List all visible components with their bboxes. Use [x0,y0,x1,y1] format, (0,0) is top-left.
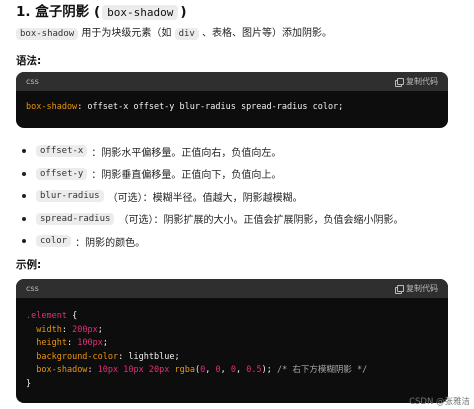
code-token-colon: : [118,351,129,362]
watermark: CSDN @张雅洁 [409,397,470,407]
list-item: blur-radius （可选）：模糊半径。值越大，阴影越模糊。 [20,185,460,208]
code-token-number: 100px [77,338,103,348]
copy-code-button[interactable]: 复制代码 [395,283,438,294]
code-token-number: 0.5 [246,365,262,375]
code-token-comma: , [220,365,231,375]
heading-number: 1. [16,4,31,20]
code-token-selector: .element [26,311,67,321]
bullet-icon [22,216,26,221]
code-token-semicolon: ; [97,324,103,335]
example-code-body: .element { width: 200px; height: 100px; … [16,298,448,399]
list-item: spread-radius （可选）：阴影扩展的大小。正值会扩展阴影，负值会缩小… [20,208,460,231]
code-language-label: css [26,284,39,293]
param-description: ：阴影的颜色。 [75,237,146,249]
code-token-paren: ); [261,365,272,375]
bullet-icon [22,149,26,154]
code-token-brace: { [66,311,78,321]
param-description: ：阴影水平偏移量。正值向右，负值向左。 [91,147,282,159]
param-description: （可选）：模糊半径。值越大，阴影越模糊。 [107,192,303,204]
code-token-property: background-color [36,351,119,362]
intro-code-chip: box-shadow [16,28,79,40]
code-token-property: width [36,324,62,335]
example-code-block: css 复制代码 .element { width: 200px; height… [16,279,448,403]
syntax-label: 语法: [16,55,42,67]
list-item: color ：阴影的颜色。 [20,230,460,253]
param-code-chip: offset-x [36,145,88,158]
code-token-number: 200px [72,324,98,335]
copy-icon [395,284,404,294]
copy-code-label: 复制代码 [406,284,438,293]
code-token-number: 10px [97,365,119,375]
copy-code-button[interactable]: 复制代码 [395,76,438,87]
bullet-icon [22,194,26,199]
code-token-property: box-shadow [26,102,78,112]
copy-code-label: 复制代码 [406,77,438,86]
param-code-chip: offset-y [36,167,88,180]
intro-text-2: 、表格、图片等）添加阴影。 [202,28,333,39]
list-item: offset-y ：阴影垂直偏移量。正值向下，负值向上。 [20,163,460,186]
code-token-comment: /* 右下方模糊阴影 */ [276,365,368,375]
code-token-brace: } [26,378,32,389]
intro-text-1: 用于为块级元素（如 [81,28,172,39]
syntax-code-block: css 复制代码 box-shadow: offset-x offset-y b… [16,72,448,128]
intro-paragraph: box-shadow 用于为块级元素（如 div 、表格、图片等）添加阴影。 [16,27,332,41]
syntax-code-body: box-shadow: offset-x offset-y blur-radiu… [16,91,448,123]
code-token-comma: , [205,365,216,375]
code-token-colon: : [61,324,73,335]
code-token-semicolon: ; [102,338,108,348]
code-block-header: css 复制代码 [16,72,448,91]
heading-open-paren: ( [93,4,101,20]
code-token-semicolon: ; [174,351,180,362]
heading-close-paren: ) [180,4,187,20]
bullet-icon [22,171,26,176]
list-item: offset-x ：阴影水平偏移量。正值向右，负值向左。 [20,140,460,163]
copy-icon [395,77,404,87]
bullet-icon [22,239,26,244]
code-token-number: 20px [148,365,170,375]
param-code-chip: blur-radius [36,190,104,203]
code-token-colon: : [66,338,78,348]
code-token-colon: : [87,365,98,375]
intro-code-chip-div: div [174,28,199,40]
code-token-value: lightblue [128,351,175,362]
code-token-number: 10px [123,365,144,375]
code-language-label: css [26,77,39,86]
code-block-header: css 复制代码 [16,279,448,298]
code-token-property: box-shadow [36,365,88,375]
code-token-rest: : offset-x offset-y blur-radius spread-r… [77,102,344,112]
param-code-chip: spread-radius [36,212,115,225]
example-label: 示例: [16,259,42,271]
section-heading: 1. 盒子阴影 (box-shadow) [16,2,187,23]
parameter-list: offset-x ：阴影水平偏移量。正值向右，负值向左。 offset-y ：阴… [20,140,460,253]
heading-code-chip: box-shadow [102,5,179,20]
code-token-comma: , [236,365,247,375]
param-code-chip: color [36,235,72,248]
code-token-function: rgba [174,365,195,375]
code-token-property: height [36,338,67,348]
param-description: ：阴影垂直偏移量。正值向下，负值向上。 [91,170,282,182]
heading-title: 盒子阴影 [35,4,90,20]
param-description: （可选）：阴影扩展的大小。正值会扩展阴影，负值会缩小阴影。 [118,215,404,227]
